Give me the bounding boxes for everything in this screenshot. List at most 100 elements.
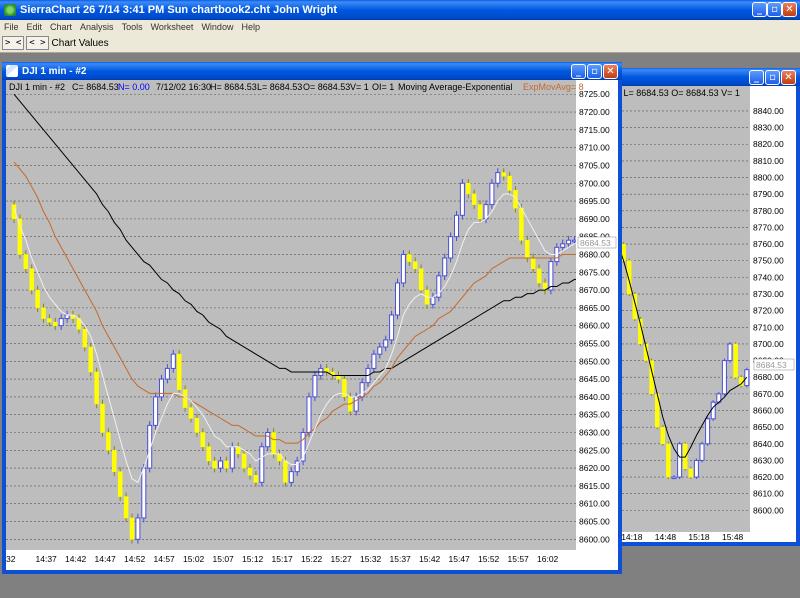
price-bar <box>448 236 454 259</box>
front-maximize-button[interactable]: ▫ <box>587 64 602 79</box>
ema-slow-line <box>617 243 748 458</box>
y-tick-label: 8650.00 <box>753 422 784 432</box>
price-bar <box>336 375 341 380</box>
y-tick-label: 8600.00 <box>579 534 610 544</box>
price-bar <box>507 175 512 191</box>
y-tick-label: 8670.00 <box>753 389 784 399</box>
price-bar <box>47 318 52 323</box>
price-bar <box>710 401 716 420</box>
price-bar <box>194 418 200 433</box>
y-tick-label: 8690.00 <box>579 214 610 224</box>
x-tick-label: 16:02 <box>537 554 559 564</box>
x-tick-label: 15:47 <box>449 554 471 564</box>
scroll-out-button[interactable]: < > <box>26 36 49 50</box>
price-bar <box>312 375 318 398</box>
price-bar <box>400 253 406 284</box>
price-bar <box>699 443 705 461</box>
y-tick-label: 8830.00 <box>753 123 784 133</box>
app-minimize-button[interactable]: _ <box>752 2 767 17</box>
front-price-chart[interactable]: 8600.00 8605.00 8610.00 8615.00 8620.00 8625.… <box>6 80 618 570</box>
price-bar <box>141 467 147 519</box>
front-chart-area[interactable]: 8600.00 8605.00 8610.00 8615.00 8620.00 8625.… <box>6 80 618 570</box>
price-bar <box>112 450 117 472</box>
info-open: O= 8684.53 <box>303 82 350 92</box>
chart-values-label[interactable]: Chart Values <box>52 38 109 49</box>
x-tick-label: 15:37 <box>390 554 412 564</box>
price-bar <box>188 407 194 419</box>
y-tick-label: 8610.00 <box>753 489 784 499</box>
price-bar <box>123 496 129 519</box>
x-tick-label: 15:48 <box>722 532 744 542</box>
x-tick-label: 15:02 <box>183 554 205 564</box>
y-tick-label: 8680.00 <box>753 372 784 382</box>
back-chart-area[interactable]: 8600.00 8610.00 8620.00 8630.00 8640.00 8650.… <box>614 86 796 542</box>
price-bar <box>170 353 176 369</box>
menu-analysis[interactable]: Analysis <box>76 22 118 32</box>
x-tick-label: 15:27 <box>331 554 353 564</box>
toolbar: > < < > Chart Values <box>0 34 800 53</box>
app-title: SierraChart 26 7/14 3:41 PM Sun chartboo… <box>20 4 338 16</box>
app-close-button[interactable]: ✕ <box>782 2 797 17</box>
y-tick-label: 8630.00 <box>753 455 784 465</box>
y-tick-label: 8620.00 <box>753 472 784 482</box>
x-tick-label: 15:18 <box>688 532 710 542</box>
price-bar <box>164 367 170 380</box>
price-bar <box>377 346 383 355</box>
back-ema-lines <box>617 243 748 458</box>
price-bar <box>159 378 164 398</box>
y-tick-label: 8800.00 <box>753 173 784 183</box>
chart-window-front[interactable]: DJI 1 min - #2 _ ▫ ✕ 8600.00 8605.00 8610.… <box>2 62 622 574</box>
price-bar <box>395 282 400 316</box>
app-maximize-button[interactable]: ▫ <box>767 2 782 17</box>
price-bar <box>182 389 188 408</box>
price-bar <box>477 204 483 220</box>
price-bar <box>224 460 229 469</box>
back-window-title-bar[interactable]: _ ▫ ✕ <box>610 68 800 86</box>
price-bar <box>100 403 105 433</box>
price-bar <box>688 468 694 478</box>
menu-help[interactable]: Help <box>237 22 264 32</box>
y-tick-label: 8725.00 <box>579 89 610 99</box>
front-window-title-bar[interactable]: DJI 1 min - #2 _ ▫ ✕ <box>2 62 622 80</box>
x-tick-label: 14:18 <box>621 532 643 542</box>
menu-tools[interactable]: Tools <box>118 22 147 32</box>
front-minimize-button[interactable]: _ <box>571 64 586 79</box>
y-tick-label: 8720.00 <box>579 107 610 117</box>
price-bar <box>572 239 577 243</box>
y-tick-label: 8675.00 <box>579 267 610 277</box>
back-price-chart[interactable]: 8600.00 8610.00 8620.00 8630.00 8640.00 8650.… <box>614 86 796 542</box>
price-bar <box>412 261 418 269</box>
price-bar <box>265 432 271 448</box>
price-bar <box>621 243 626 261</box>
front-close-button[interactable]: ✕ <box>603 64 618 79</box>
menu-file[interactable]: File <box>0 22 23 32</box>
price-bar <box>324 368 329 373</box>
menu-worksheet[interactable]: Worksheet <box>147 22 198 32</box>
price-bar <box>64 314 70 320</box>
y-tick-label: 8605.00 <box>579 517 610 527</box>
x-tick-label: 14:37 <box>36 554 58 564</box>
price-bar <box>525 239 530 259</box>
menu-window[interactable]: Window <box>197 22 237 32</box>
y-tick-label: 8615.00 <box>579 481 610 491</box>
scroll-in-button[interactable]: > < <box>2 36 25 50</box>
y-tick-label: 8630.00 <box>579 428 610 438</box>
back-maximize-button[interactable]: ▫ <box>765 70 780 85</box>
price-bar <box>671 476 677 480</box>
price-bar <box>153 396 159 426</box>
menu-chart[interactable]: Chart <box>46 22 76 32</box>
menu-edit[interactable]: Edit <box>23 22 47 32</box>
x-tick-label: 15:17 <box>272 554 294 564</box>
x-tick-label: 14:47 <box>95 554 117 564</box>
price-bar <box>176 353 182 391</box>
back-close-button[interactable]: ✕ <box>781 70 796 85</box>
x-tick-label: 15:57 <box>508 554 530 564</box>
y-tick-label: 8620.00 <box>579 463 610 473</box>
x-tick-label: 15:12 <box>242 554 264 564</box>
price-bar <box>288 471 294 483</box>
back-minimize-button[interactable]: _ <box>749 70 764 85</box>
y-tick-label: 8600.00 <box>753 505 784 515</box>
front-window-title: DJI 1 min - #2 <box>22 65 87 77</box>
y-tick-label: 8710.00 <box>579 143 610 153</box>
chart-window-back[interactable]: _ ▫ ✕ 8600.00 8610.00 8620.00 8630.00 8640.0… <box>610 68 800 546</box>
